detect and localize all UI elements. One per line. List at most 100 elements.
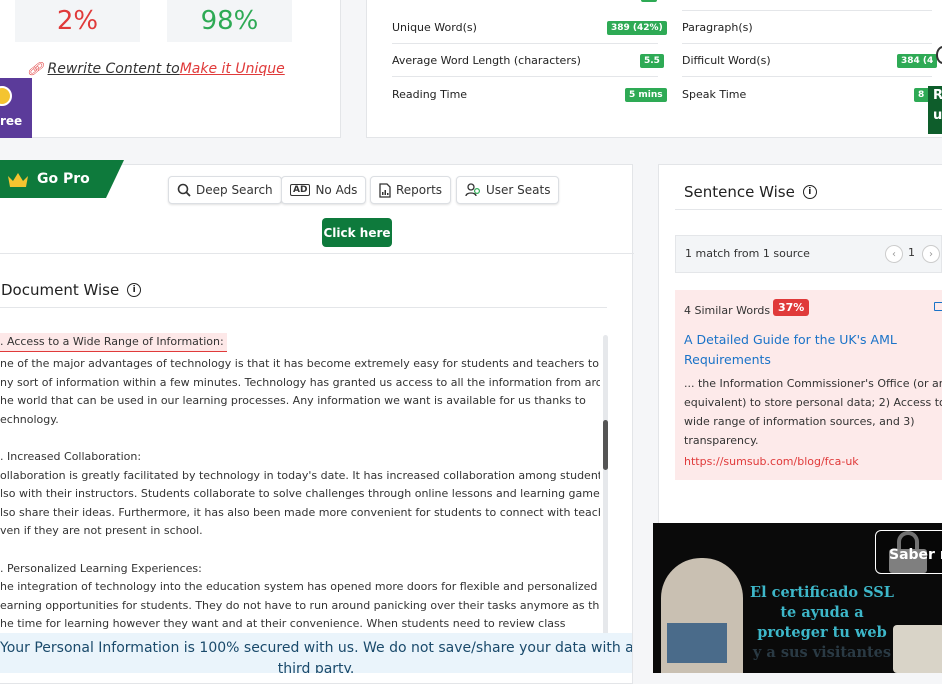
stat-row-speak: Speak Time bbox=[682, 78, 932, 110]
user-seats-label: User Seats bbox=[486, 183, 551, 197]
right-edge-green-tab[interactable]: R u bbox=[928, 86, 942, 134]
result-snippet: ... the Information Commissioner's Offic… bbox=[684, 374, 942, 450]
stat-label: Average Word Length (characters) bbox=[392, 54, 581, 67]
info-icon[interactable]: i bbox=[127, 283, 142, 297]
result-url-link[interactable]: https://sumsub.com/blog/fca-uk bbox=[684, 455, 859, 468]
link-icon: 🔗︎ bbox=[27, 61, 44, 77]
result-title-line: Requirements bbox=[684, 352, 771, 367]
user-seats-button[interactable]: User Seats bbox=[456, 176, 560, 204]
deep-search-button[interactable]: Deep Search bbox=[168, 176, 282, 204]
score-card: 2% 98% 🔗︎ Rewrite Content to Make it Uni… bbox=[0, 0, 341, 138]
privacy-text-2: third party. bbox=[277, 661, 355, 673]
document-scrollbar-thumb[interactable] bbox=[603, 420, 608, 470]
make-unique-link[interactable]: Make it Unique bbox=[180, 61, 285, 77]
text-line: ne of the major advantages of technology… bbox=[0, 357, 600, 370]
reports-button[interactable]: Reports bbox=[370, 176, 452, 204]
highlight-heading[interactable]: . Access to a Wide Range of Information: bbox=[0, 333, 227, 352]
stat-row-paragraph: Paragraph(s) bbox=[682, 12, 932, 44]
stat-value-reading: 5 mins bbox=[625, 88, 667, 102]
ad-line: proteger tu web bbox=[757, 624, 887, 641]
search-icon bbox=[177, 183, 191, 197]
right-edge-bottom-letter: u bbox=[933, 108, 942, 123]
ad-icon: AD bbox=[290, 184, 311, 196]
ssl-advertisement[interactable]: Saber m El certificado SSL te ayuda a pr… bbox=[653, 523, 942, 673]
stat-row-reading: Reading Time bbox=[392, 78, 658, 110]
paragraph-heading: . Increased Collaboration: bbox=[0, 449, 142, 463]
stat-label: Reading Time bbox=[392, 87, 468, 101]
match-info-text: 1 match from 1 source bbox=[685, 247, 810, 260]
text-line: he time for learning however they want a… bbox=[0, 617, 566, 631]
ad-cta-button[interactable]: Saber m bbox=[875, 530, 942, 574]
free-badge[interactable]: ree bbox=[0, 78, 32, 138]
rewrite-link[interactable]: 🔗︎ Rewrite Content to Make it Unique bbox=[27, 61, 285, 77]
text-line: he world that can be used in our learnin… bbox=[0, 394, 586, 408]
right-edge-top-letter: R bbox=[933, 88, 942, 103]
sentence-heading-divider bbox=[675, 209, 942, 210]
paragraph-heading: . Personalized Learning Experiences: bbox=[0, 561, 202, 575]
document-text: . Access to a Wide Range of Information:… bbox=[0, 333, 600, 633]
panel-divider bbox=[0, 253, 634, 254]
result-title-link[interactable]: A Detailed Guide for the UK's AML Requir… bbox=[684, 330, 897, 370]
plagiarism-score: 2% bbox=[15, 0, 140, 42]
text-line: earning opportunities for students. They… bbox=[0, 598, 600, 612]
document-scrollbar-track[interactable] bbox=[603, 335, 608, 635]
stat-value-difficult: 384 (4 bbox=[897, 54, 938, 68]
text-line: echnology. bbox=[0, 412, 59, 426]
stat-label: Difficult Word(s) bbox=[682, 54, 771, 67]
ad-line: El certificado SSL bbox=[750, 584, 894, 601]
text-line: he integration of technology into the ed… bbox=[0, 580, 598, 594]
users-icon bbox=[465, 183, 481, 197]
paragraph-heading: . Access to a Wide Range of Information: bbox=[0, 335, 224, 348]
stat-badge-top bbox=[641, 0, 657, 2]
stat-label: Unique Word(s) bbox=[392, 21, 477, 34]
info-icon[interactable]: i bbox=[802, 185, 817, 199]
unique-score: 98% bbox=[167, 0, 292, 42]
snippet-line: equivalent) to store personal data; 2) A… bbox=[684, 396, 942, 409]
sentence-wise-heading: Sentence Wise i bbox=[684, 183, 817, 201]
stat-row-difficult: Difficult Word(s) bbox=[682, 45, 932, 77]
stat-row-avg: Average Word Length (characters) bbox=[392, 45, 658, 77]
document-heading-divider bbox=[0, 307, 607, 308]
snippet-line: transparency. bbox=[684, 434, 759, 447]
ad-headline: El certificado SSL te ayuda a proteger t… bbox=[747, 583, 897, 663]
rewrite-prefix: Rewrite Content to bbox=[47, 61, 180, 77]
deep-search-label: Deep Search bbox=[196, 183, 273, 197]
result-card[interactable]: 4 Similar Words 37% A Detailed Guide for… bbox=[675, 290, 942, 480]
sentence-wise-title: Sentence Wise bbox=[684, 183, 795, 201]
ad-photo-laptop bbox=[667, 623, 727, 663]
crown-icon bbox=[8, 173, 28, 187]
stat-value-unique: 389 (42%) bbox=[607, 21, 667, 35]
paragraph: . Personalized Learning Experiences: he … bbox=[0, 560, 600, 633]
result-title-line: A Detailed Guide for the UK's AML bbox=[684, 332, 897, 347]
text-line: lso with their instructors. Students col… bbox=[0, 487, 600, 501]
report-icon bbox=[379, 182, 391, 198]
go-pro-ribbon[interactable]: Go Pro bbox=[0, 160, 124, 198]
text-line: lso share their ideas. Furthermore, it h… bbox=[0, 505, 600, 519]
match-info-bar: 1 match from 1 source ‹ 1 › bbox=[675, 235, 942, 273]
text-line: ny sort of information within a few minu… bbox=[0, 375, 600, 389]
stats-card: Unique Word(s) 389 (42%) Average Word Le… bbox=[366, 0, 942, 138]
current-page: 1 bbox=[908, 246, 915, 259]
no-ads-button[interactable]: AD No Ads bbox=[281, 176, 367, 204]
ad-phone-graphic bbox=[893, 625, 942, 673]
paragraph: . Increased Collaboration: ollaboration … bbox=[0, 448, 600, 541]
no-ads-label: No Ads bbox=[315, 183, 358, 197]
text-line: ven if they are not present in school. bbox=[0, 524, 203, 538]
go-pro-label: Go Pro bbox=[37, 171, 90, 187]
document-wise-title: Document Wise bbox=[1, 281, 120, 299]
paragraph: ne of the major advantages of technology… bbox=[0, 355, 600, 429]
stat-value-avg: 5.5 bbox=[640, 54, 664, 68]
ad-line: y a sus visitantes bbox=[752, 644, 892, 661]
similar-words-label: 4 Similar Words bbox=[684, 304, 771, 317]
click-here-button[interactable]: Click here bbox=[322, 218, 392, 247]
snippet-line: ... the Information Commissioner's Offic… bbox=[684, 377, 942, 390]
external-link-icon[interactable] bbox=[934, 302, 942, 311]
stat-label: Speak Time bbox=[682, 87, 747, 101]
prev-page-button[interactable]: ‹ bbox=[885, 245, 903, 263]
document-wise-heading: Document Wise i bbox=[1, 281, 142, 299]
stat-label: Paragraph(s) bbox=[682, 21, 753, 34]
next-page-button[interactable]: › bbox=[922, 245, 940, 263]
text-line: ollaboration is greatly facilitated by t… bbox=[0, 468, 600, 482]
ad-line: te ayuda a bbox=[780, 604, 864, 621]
free-badge-label: ree bbox=[0, 114, 23, 128]
